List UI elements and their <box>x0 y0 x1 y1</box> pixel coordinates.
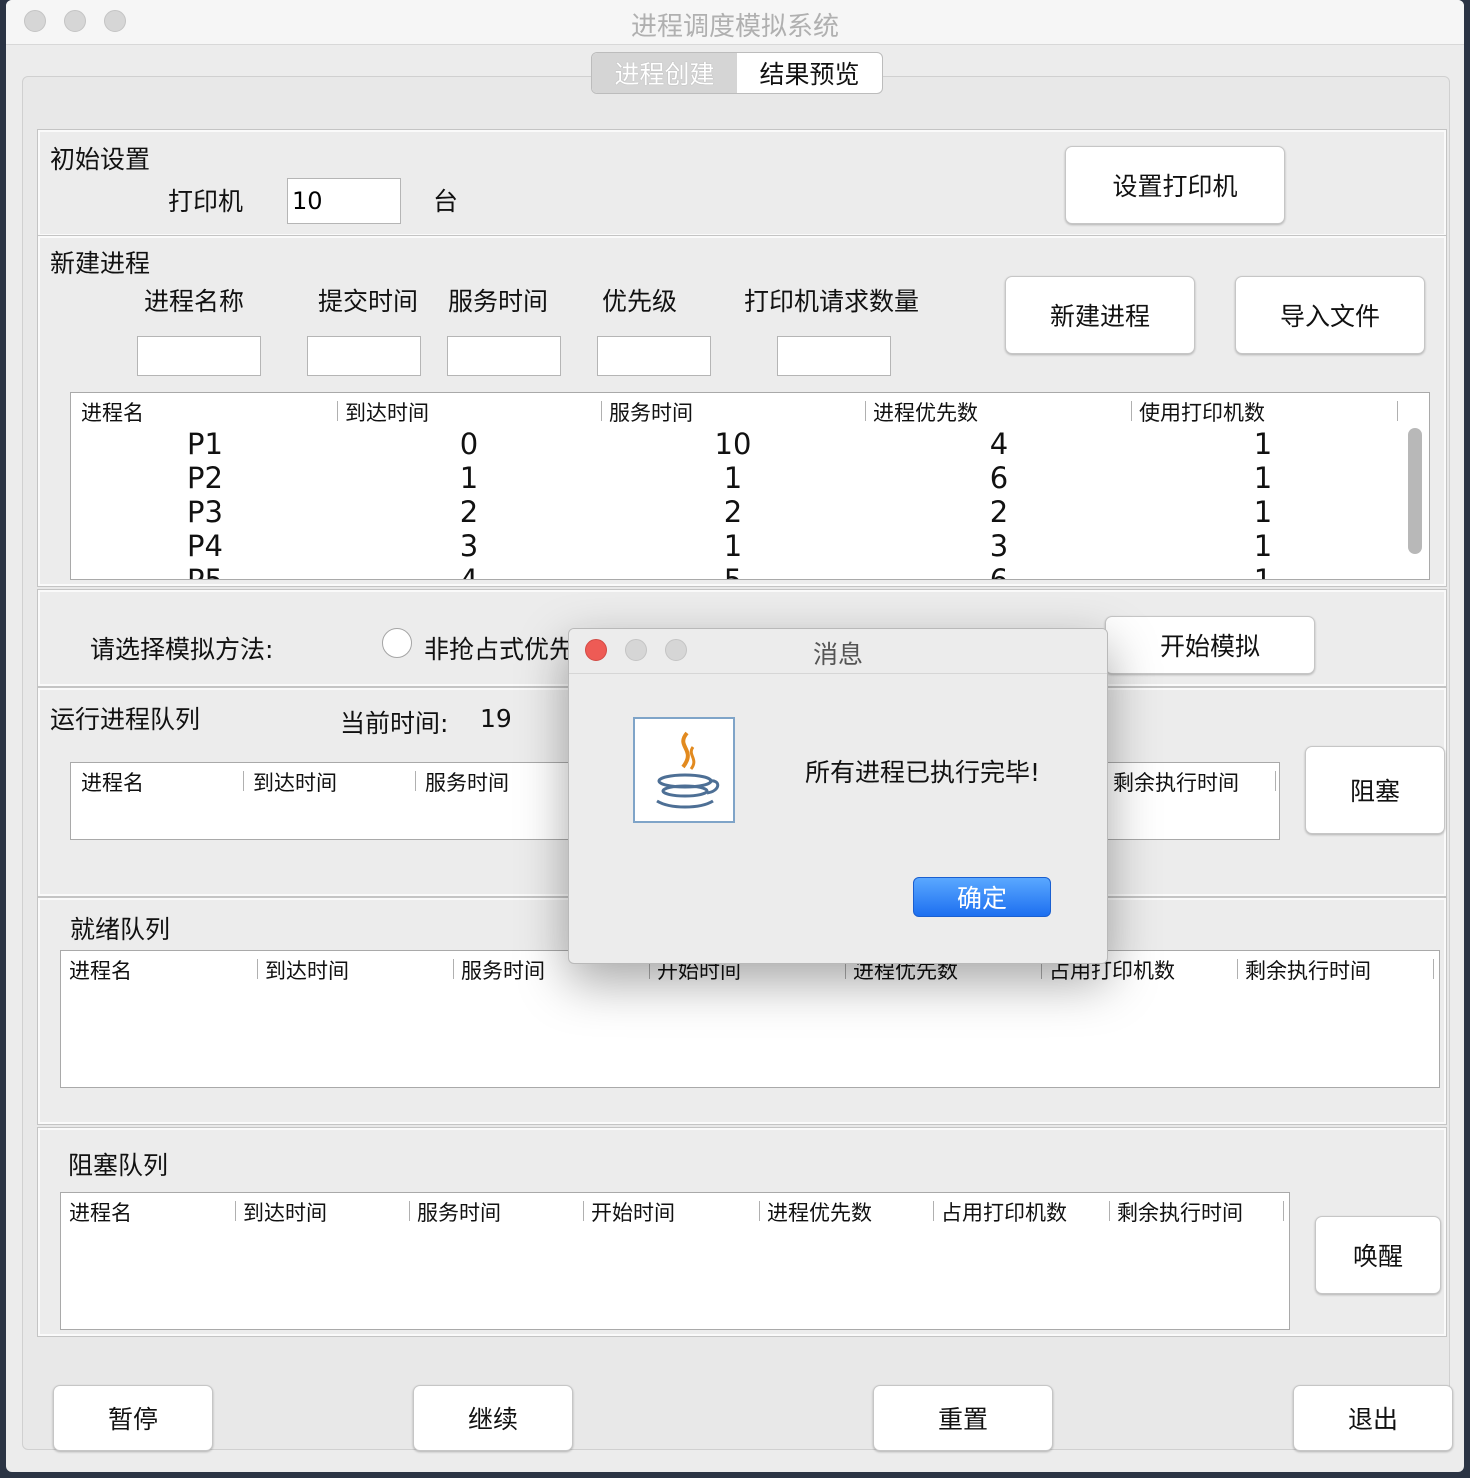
new-process-panel: 新建进程 进程名称 提交时间 服务时间 优先级 打印机请求数量 新建进程 导入文… <box>37 235 1447 587</box>
table-cell[interactable]: 1 <box>1203 563 1323 579</box>
printer-unit-label: 台 <box>433 187 459 216</box>
table-cell[interactable]: 6 <box>939 563 1059 579</box>
service-time-label: 服务时间 <box>448 287 549 316</box>
table-cell[interactable]: 1 <box>1203 529 1323 563</box>
table-cell[interactable]: 4 <box>939 427 1059 461</box>
table-cell[interactable]: 1 <box>673 461 793 495</box>
ok-button[interactable]: 确定 <box>913 877 1051 917</box>
blocked-col-priority[interactable]: 进程优先数 <box>767 1197 872 1227</box>
message-dialog: 消息 所有进程已执行完毕! 确定 <box>568 628 1108 964</box>
blocked-queue-table[interactable]: 进程名 到达时间 服务时间 开始时间 进程优先数 占用打印机数 剩余执行时间 <box>60 1192 1290 1330</box>
blocked-col-printers[interactable]: 占用打印机数 <box>941 1197 1067 1227</box>
ready-queue-table[interactable]: 进程名 到达时间 服务时间 开始时间 进程优先数 占用打印机数 剩余执行时间 <box>60 950 1440 1088</box>
col-priority[interactable]: 进程优先数 <box>873 397 978 427</box>
running-col-remaining[interactable]: 剩余执行时间 <box>1113 767 1239 797</box>
table-cell[interactable]: 3 <box>939 529 1059 563</box>
process-name-input[interactable] <box>137 336 261 376</box>
current-time-label: 当前时间: <box>340 709 449 738</box>
process-name-cell[interactable]: P3 <box>145 495 265 529</box>
table-cell[interactable]: 2 <box>673 495 793 529</box>
col-service-time[interactable]: 服务时间 <box>609 397 693 427</box>
table-cell[interactable]: 2 <box>409 495 529 529</box>
table-scrollbar[interactable] <box>1408 428 1422 554</box>
printer-count-input[interactable] <box>287 178 401 224</box>
priority-input[interactable] <box>597 336 711 376</box>
table-cell[interactable]: 4 <box>409 563 529 579</box>
submit-time-input[interactable] <box>307 336 421 376</box>
blocked-queue-panel: 阻塞队列 进程名 到达时间 服务时间 开始时间 进程优先数 占用打印机数 剩余执… <box>37 1127 1447 1337</box>
wake-button[interactable]: 唤醒 <box>1315 1216 1441 1294</box>
table-cell[interactable]: 3 <box>409 529 529 563</box>
running-queue-title: 运行进程队列 <box>50 705 201 734</box>
dialog-title: 消息 <box>812 640 863 669</box>
printer-label: 打印机 <box>168 187 244 216</box>
method-option-label[interactable]: 非抢占式优先 <box>424 630 574 666</box>
table-cell[interactable]: 1 <box>409 461 529 495</box>
priority-label: 优先级 <box>602 287 678 316</box>
pause-button[interactable]: 暂停 <box>53 1385 213 1451</box>
running-col-name[interactable]: 进程名 <box>81 767 144 797</box>
block-button[interactable]: 阻塞 <box>1305 746 1445 834</box>
running-col-service[interactable]: 服务时间 <box>425 767 509 797</box>
running-col-arrival[interactable]: 到达时间 <box>253 767 337 797</box>
blocked-col-service[interactable]: 服务时间 <box>417 1197 501 1227</box>
table-cell[interactable]: 1 <box>1203 461 1323 495</box>
initial-settings-title: 初始设置 <box>50 145 151 174</box>
dialog-title-bar: 消息 <box>569 629 1107 674</box>
blocked-col-arrival[interactable]: 到达时间 <box>243 1197 327 1227</box>
submit-time-label: 提交时间 <box>318 287 419 316</box>
blocked-col-start[interactable]: 开始时间 <box>591 1197 675 1227</box>
table-cell[interactable]: 0 <box>409 427 529 461</box>
printer-request-label: 打印机请求数量 <box>744 287 920 316</box>
ready-col-arrival[interactable]: 到达时间 <box>265 955 349 985</box>
printer-request-input[interactable] <box>777 336 891 376</box>
ready-queue-title: 就绪队列 <box>70 915 171 944</box>
col-arrival-time[interactable]: 到达时间 <box>345 397 429 427</box>
exit-button[interactable]: 退出 <box>1293 1385 1453 1451</box>
current-time-value: 19 <box>480 704 512 733</box>
ready-col-service[interactable]: 服务时间 <box>461 955 545 985</box>
window-title: 进程调度模拟系统 <box>630 12 839 42</box>
import-file-button[interactable]: 导入文件 <box>1235 276 1425 354</box>
set-printer-button[interactable]: 设置打印机 <box>1065 146 1285 224</box>
table-cell[interactable]: 6 <box>939 461 1059 495</box>
reset-button[interactable]: 重置 <box>873 1385 1053 1451</box>
resume-button[interactable]: 继续 <box>413 1385 573 1451</box>
table-cell[interactable]: 5 <box>673 563 793 579</box>
service-time-input[interactable] <box>447 336 561 376</box>
process-name-cell[interactable]: P2 <box>145 461 265 495</box>
process-name-label: 进程名称 <box>144 287 245 316</box>
java-icon <box>633 717 735 823</box>
tab-result-preview[interactable]: 结果预览 <box>737 53 882 93</box>
table-cell[interactable]: 1 <box>1203 495 1323 529</box>
ready-col-name[interactable]: 进程名 <box>69 955 132 985</box>
title-bar: 进程调度模拟系统 <box>6 0 1464 45</box>
col-process-name[interactable]: 进程名 <box>81 397 144 427</box>
initial-settings-panel: 初始设置 打印机 台 设置打印机 <box>37 129 1447 237</box>
method-radio[interactable] <box>382 628 412 658</box>
blocked-col-remaining[interactable]: 剩余执行时间 <box>1117 1197 1243 1227</box>
table-cell[interactable]: 2 <box>939 495 1059 529</box>
blocked-col-name[interactable]: 进程名 <box>69 1197 132 1227</box>
tab-bar: 进程创建 结果预览 <box>591 52 883 94</box>
col-printer-count[interactable]: 使用打印机数 <box>1139 397 1265 427</box>
dialog-message: 所有进程已执行完毕! <box>805 758 1041 787</box>
table-cell[interactable]: 1 <box>673 529 793 563</box>
table-cell[interactable]: 1 <box>1203 427 1323 461</box>
process-name-cell[interactable]: P5 <box>145 563 265 579</box>
process-table-header: 进程名 到达时间 服务时间 进程优先数 使用打印机数 <box>71 393 1429 427</box>
new-process-title: 新建进程 <box>50 249 151 278</box>
new-process-button[interactable]: 新建进程 <box>1005 276 1195 354</box>
process-table[interactable]: 进程名 到达时间 服务时间 进程优先数 使用打印机数 P1 0 10 4 1 P2 1 1 6 1… <box>70 392 1430 580</box>
tab-process-create[interactable]: 进程创建 <box>592 53 737 93</box>
ready-col-remaining[interactable]: 剩余执行时间 <box>1245 955 1371 985</box>
process-name-cell[interactable]: P1 <box>145 427 265 461</box>
start-simulation-button[interactable]: 开始模拟 <box>1105 616 1315 674</box>
process-name-cell[interactable]: P4 <box>145 529 265 563</box>
method-prompt: 请选择模拟方法: <box>90 635 274 664</box>
table-cell[interactable]: 10 <box>673 427 793 461</box>
blocked-queue-title: 阻塞队列 <box>68 1151 169 1180</box>
